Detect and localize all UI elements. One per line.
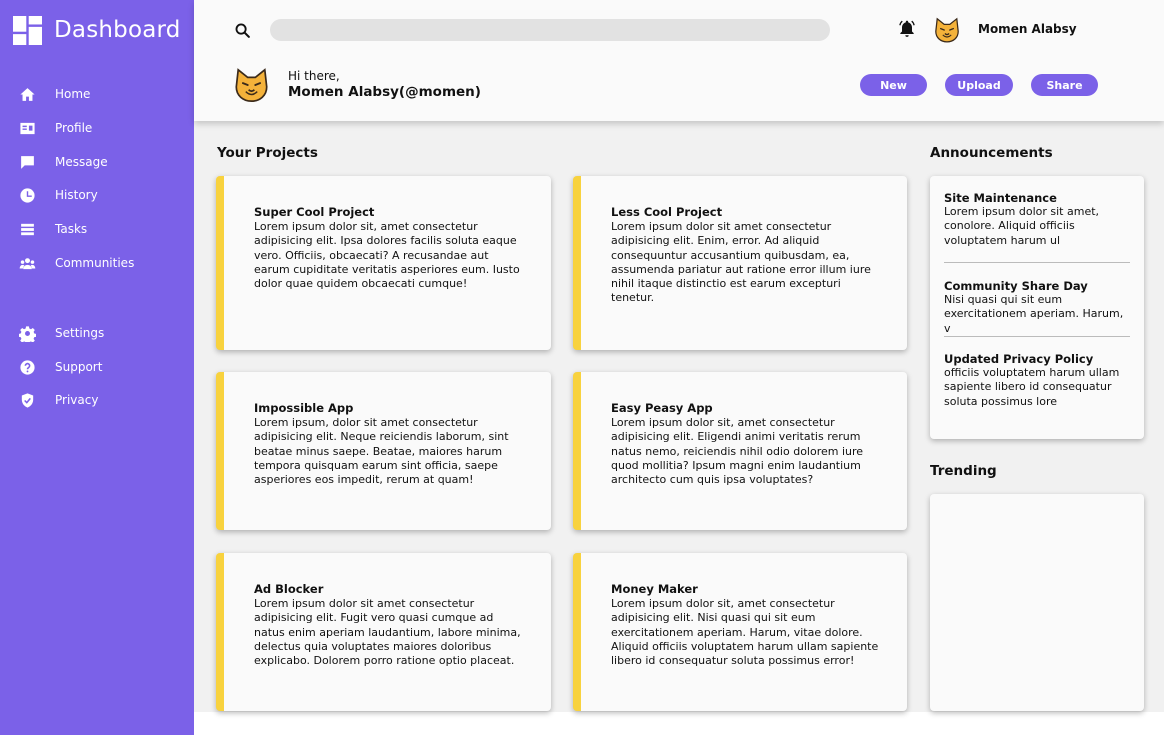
announcement-title: Community Share Day	[944, 279, 1088, 293]
help-circle-icon	[18, 358, 36, 376]
project-card[interactable]: Easy Peasy App Lorem ipsum dolor sit, am…	[573, 372, 907, 530]
display-name: Momen Alabsy(@momen)	[288, 84, 481, 100]
project-title: Impossible App	[254, 401, 354, 415]
sidebar-item-communities[interactable]: Communities	[0, 248, 194, 278]
project-description: Lorem ipsum, dolor sit amet consectetur …	[254, 416, 509, 487]
sidebar-item-label: History	[55, 188, 98, 202]
announcement-item[interactable]: Updated Privacy Policy officiis voluptat…	[944, 352, 1130, 409]
announcements-title: Announcements	[930, 145, 1053, 161]
list-icon	[18, 220, 36, 238]
share-button[interactable]: Share	[1031, 74, 1098, 96]
announcement-body: Lorem ipsum dolor sit amet, conolore. Al…	[944, 205, 1100, 247]
shield-check-icon	[18, 391, 36, 409]
home-icon	[18, 85, 36, 103]
trending-panel	[930, 494, 1144, 711]
announcements-panel: Site Maintenance Lorem ipsum dolor sit a…	[930, 176, 1144, 439]
announcement-body: officiis voluptatem harum ullam sapiente…	[944, 366, 1120, 408]
projects-title: Your Projects	[217, 145, 318, 161]
sidebar-item-label: Profile	[55, 121, 93, 135]
project-description: Lorem ipsum dolor sit, amet consectetur …	[611, 416, 864, 487]
upload-button[interactable]: Upload	[945, 74, 1013, 96]
sidebar-item-privacy[interactable]: Privacy	[0, 385, 194, 415]
sidebar-item-label: Message	[55, 155, 108, 169]
trending-title: Trending	[930, 463, 997, 479]
announcement-item[interactable]: Community Share Day Nisi quasi qui sit e…	[944, 279, 1130, 336]
announcement-title: Updated Privacy Policy	[944, 352, 1094, 366]
new-button[interactable]: New	[860, 74, 927, 96]
announcement-title: Site Maintenance	[944, 191, 1057, 205]
project-card[interactable]: Impossible App Lorem ipsum, dolor sit am…	[216, 372, 551, 530]
project-description: Lorem ipsum dolor sit amet consectetur a…	[611, 220, 871, 305]
sidebar-item-profile[interactable]: Profile	[0, 113, 194, 143]
avatar-large	[235, 68, 268, 103]
sidebar-item-label: Home	[55, 87, 91, 101]
project-description: Lorem ipsum dolor sit, amet consectetur …	[254, 220, 520, 291]
project-title: Less Cool Project	[611, 205, 723, 219]
clock-icon	[18, 186, 36, 204]
brand[interactable]: Dashboard	[0, 0, 194, 60]
project-description: Lorem ipsum dolor sit amet consectetur a…	[254, 597, 521, 668]
sidebar-item-home[interactable]: Home	[0, 79, 194, 109]
announcement-divider	[944, 262, 1130, 263]
users-icon	[18, 254, 36, 272]
announcement-body: Nisi quasi qui sit eum exercitationem ap…	[944, 293, 1124, 335]
brand-title: Dashboard	[54, 17, 181, 43]
search-icon[interactable]	[234, 22, 251, 39]
announcement-divider	[944, 336, 1130, 337]
dashboard-grid-icon	[13, 15, 42, 45]
sidebar: Dashboard Home Profile Message History T…	[0, 0, 194, 735]
sidebar-item-support[interactable]: Support	[0, 352, 194, 382]
gear-icon	[18, 324, 36, 342]
sidebar-item-label: Support	[55, 360, 103, 374]
sidebar-item-message[interactable]: Message	[0, 147, 194, 177]
project-title: Easy Peasy App	[611, 401, 713, 415]
sidebar-item-label: Communities	[55, 256, 135, 270]
sidebar-item-history[interactable]: History	[0, 180, 194, 210]
avatar-small[interactable]	[933, 16, 961, 44]
greeting: Hi there,	[288, 69, 340, 83]
project-card[interactable]: Money Maker Lorem ipsum dolor sit, amet …	[573, 553, 907, 711]
project-card[interactable]: Ad Blocker Lorem ipsum dolor sit amet co…	[216, 553, 551, 711]
main-content: Your Projects Super Cool Project Lorem i…	[194, 121, 1164, 712]
project-title: Ad Blocker	[254, 582, 324, 596]
project-card[interactable]: Super Cool Project Lorem ipsum dolor sit…	[216, 176, 551, 350]
sidebar-item-label: Settings	[55, 326, 105, 340]
header: Momen Alabsy Hi there, Momen Alabsy(@mom…	[194, 0, 1164, 121]
search-input[interactable]	[270, 19, 830, 41]
bell-icon[interactable]	[897, 19, 917, 39]
project-title: Super Cool Project	[254, 205, 375, 219]
chat-bubble-icon	[18, 153, 36, 171]
announcement-item[interactable]: Site Maintenance Lorem ipsum dolor sit a…	[944, 191, 1130, 248]
sidebar-item-tasks[interactable]: Tasks	[0, 214, 194, 244]
id-card-icon	[18, 119, 36, 137]
sidebar-item-label: Privacy	[55, 393, 99, 407]
project-description: Lorem ipsum dolor sit, amet consectetur …	[611, 597, 879, 668]
username: Momen Alabsy	[978, 22, 1077, 36]
project-title: Money Maker	[611, 582, 698, 596]
sidebar-item-settings[interactable]: Settings	[0, 318, 194, 348]
sidebar-item-label: Tasks	[55, 222, 88, 236]
project-card[interactable]: Less Cool Project Lorem ipsum dolor sit …	[573, 176, 907, 350]
